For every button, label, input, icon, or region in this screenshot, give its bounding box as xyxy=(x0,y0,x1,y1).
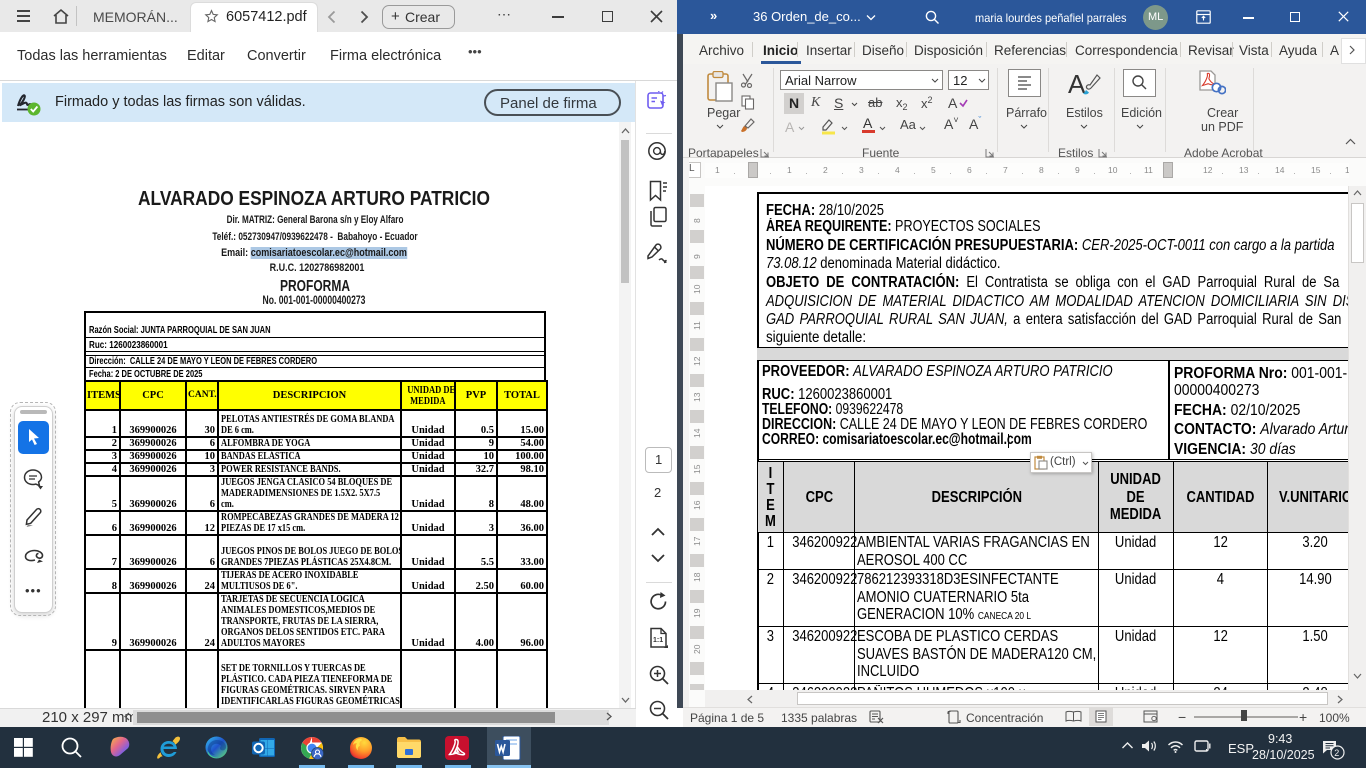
svg-text:2: 2 xyxy=(1334,748,1339,758)
svg-text:1:1: 1:1 xyxy=(653,637,663,644)
